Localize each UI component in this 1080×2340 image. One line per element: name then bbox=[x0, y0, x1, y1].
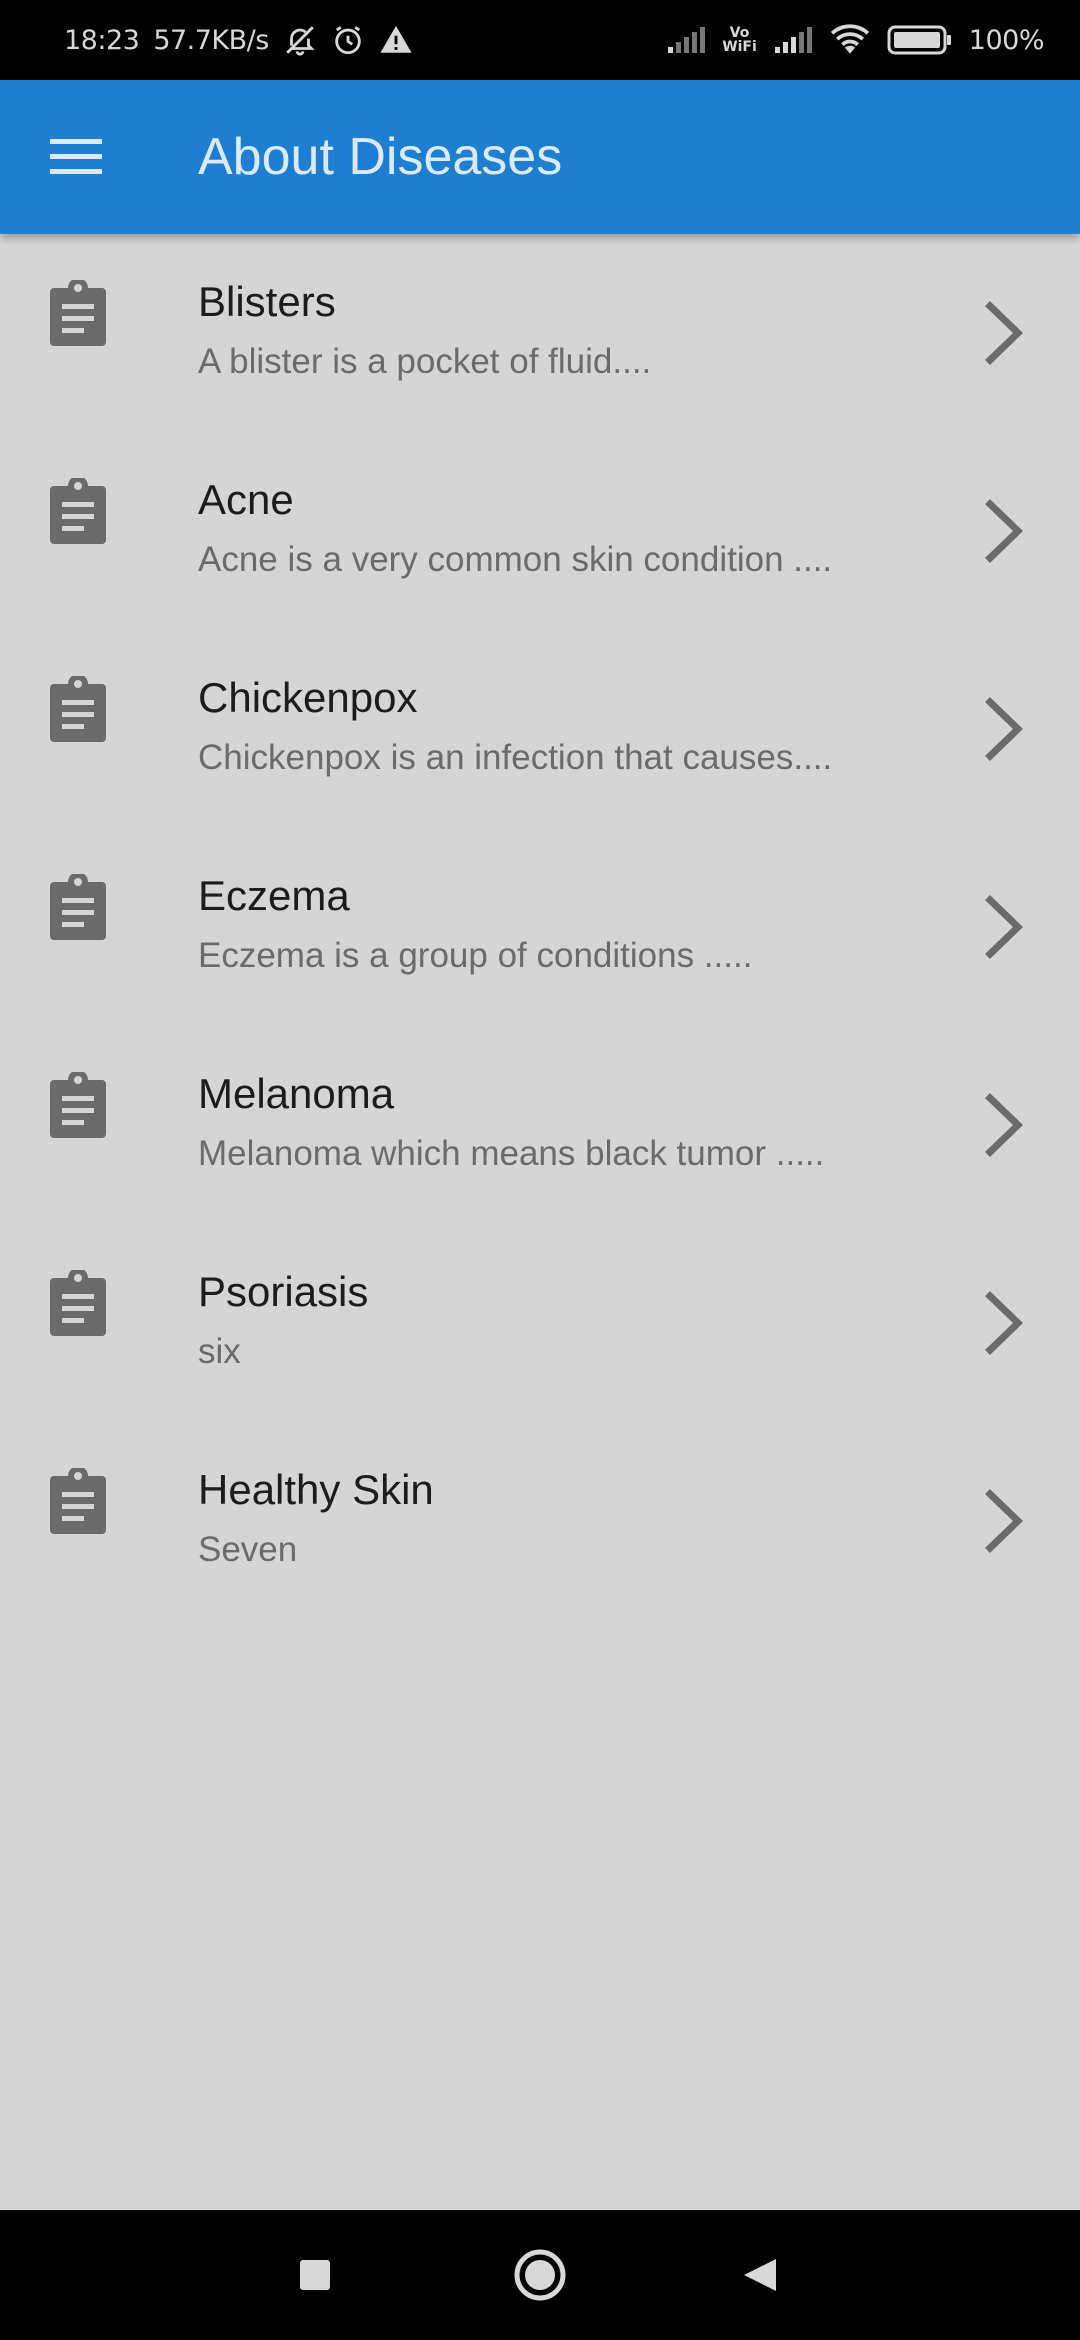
menu-button[interactable] bbox=[36, 121, 116, 193]
list-item[interactable]: Chickenpox Chickenpox is an infection th… bbox=[0, 630, 1080, 828]
warning-icon bbox=[379, 23, 413, 57]
disease-title: Psoriasis bbox=[198, 1268, 369, 1315]
app-bar: About Diseases bbox=[0, 80, 1080, 234]
clipboard-icon bbox=[50, 874, 106, 940]
chevron-right-icon bbox=[985, 1291, 1024, 1355]
list-item[interactable]: Blisters A blister is a pocket of fluid.… bbox=[0, 234, 1080, 432]
disease-description: Melanoma which means black tumor ..... bbox=[198, 1134, 825, 1173]
battery-percent: 100% bbox=[968, 24, 1045, 56]
clipboard-icon bbox=[50, 1270, 106, 1336]
system-nav-bar bbox=[0, 2210, 1080, 2340]
list-item[interactable]: Melanoma Melanoma which means black tumo… bbox=[0, 1026, 1080, 1224]
disease-list: Blisters A blister is a pocket of fluid.… bbox=[0, 234, 1080, 1620]
chevron-right-icon bbox=[985, 1093, 1024, 1157]
disease-description: Chickenpox is an infection that causes..… bbox=[198, 738, 833, 777]
alarm-icon bbox=[331, 23, 365, 57]
clipboard-icon bbox=[50, 280, 106, 346]
back-button[interactable] bbox=[725, 2240, 795, 2310]
status-time: 18:23 bbox=[64, 24, 140, 56]
signal-icon bbox=[773, 25, 813, 55]
signal-icon bbox=[666, 25, 706, 55]
status-network-speed: 57.7KB/s bbox=[153, 24, 269, 56]
clipboard-icon bbox=[50, 478, 106, 544]
disease-title: Acne bbox=[198, 476, 294, 523]
clipboard-icon bbox=[50, 676, 106, 742]
back-triangle-icon bbox=[744, 2259, 776, 2291]
chevron-right-icon bbox=[985, 301, 1024, 365]
disease-title: Melanoma bbox=[198, 1070, 395, 1117]
disease-description: Seven bbox=[198, 1530, 298, 1569]
list-item[interactable]: Healthy Skin Seven bbox=[0, 1422, 1080, 1620]
clipboard-icon bbox=[50, 1468, 106, 1534]
battery-icon bbox=[887, 24, 953, 56]
list-item[interactable]: Psoriasis six bbox=[0, 1224, 1080, 1422]
disease-title: Blisters bbox=[198, 278, 336, 325]
recents-button[interactable] bbox=[280, 2240, 350, 2310]
disease-description: six bbox=[198, 1332, 241, 1371]
bell-off-icon bbox=[283, 23, 317, 57]
vowifi-icon: Vo WiFi bbox=[722, 25, 757, 55]
list-item[interactable]: Eczema Eczema is a group of conditions .… bbox=[0, 828, 1080, 1026]
recents-square-icon bbox=[300, 2260, 330, 2290]
wifi-icon bbox=[829, 23, 871, 57]
disease-description: Acne is a very common skin condition ...… bbox=[198, 540, 833, 579]
page-title: About Diseases bbox=[198, 128, 563, 186]
chevron-right-icon bbox=[985, 895, 1024, 959]
disease-description: A blister is a pocket of fluid.... bbox=[198, 342, 652, 381]
disease-title: Eczema bbox=[198, 872, 350, 919]
chevron-right-icon bbox=[985, 697, 1024, 761]
hamburger-menu-icon bbox=[50, 139, 102, 174]
home-button[interactable] bbox=[505, 2240, 575, 2310]
disease-title: Chickenpox bbox=[198, 674, 418, 721]
list-item[interactable]: Acne Acne is a very common skin conditio… bbox=[0, 432, 1080, 630]
disease-title: Healthy Skin bbox=[198, 1466, 434, 1513]
status-bar: 18:23 57.7KB/s Vo WiFi 100% bbox=[0, 0, 1080, 80]
home-circle-icon bbox=[514, 2249, 566, 2301]
chevron-right-icon bbox=[985, 499, 1024, 563]
chevron-right-icon bbox=[985, 1489, 1024, 1553]
clipboard-icon bbox=[50, 1072, 106, 1138]
disease-description: Eczema is a group of conditions ..... bbox=[198, 936, 753, 975]
